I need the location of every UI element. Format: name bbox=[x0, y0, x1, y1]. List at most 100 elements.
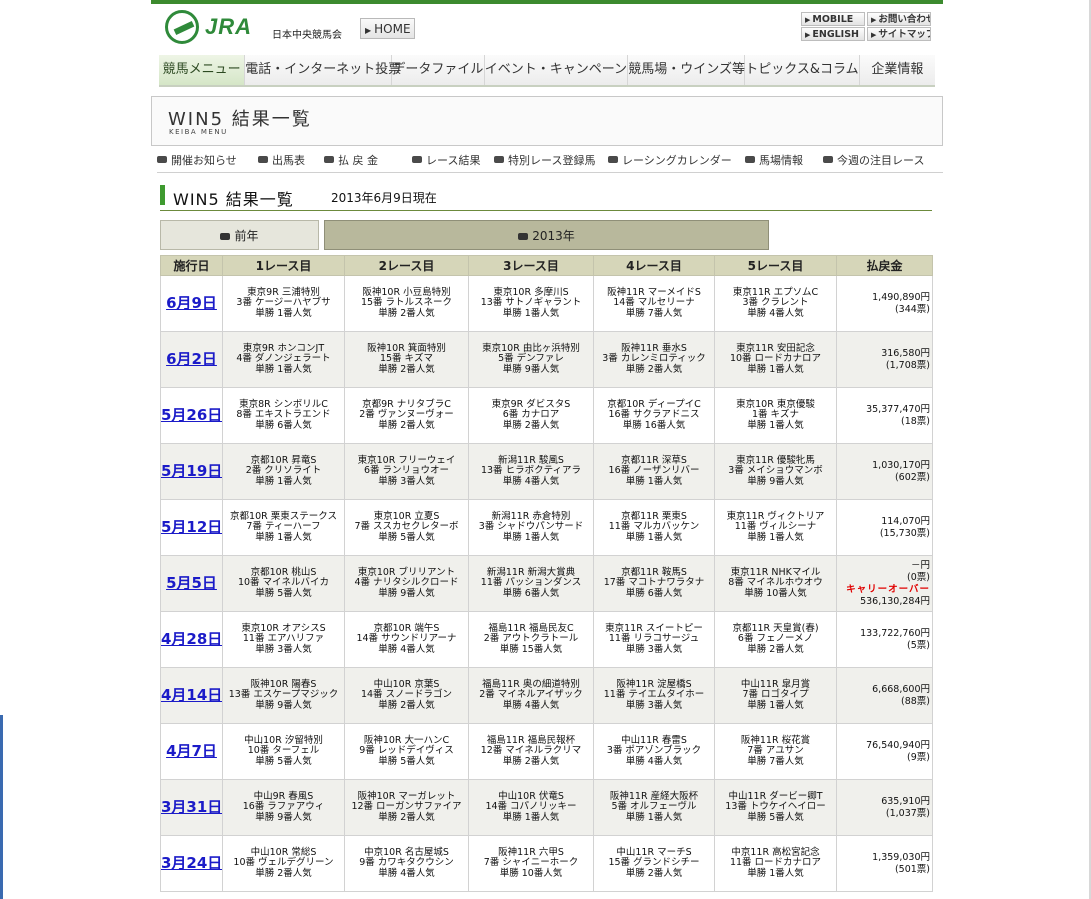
bullet-icon bbox=[220, 233, 231, 240]
home-button[interactable]: ▶ HOME bbox=[360, 18, 415, 39]
race-cell: 京都10R 端午S 14番 サウンドリアーナ 単勝 4番人気 bbox=[344, 611, 469, 668]
date-link[interactable]: 4月7日 bbox=[166, 742, 217, 760]
tab-current-year[interactable]: 2013年 bbox=[324, 220, 769, 250]
nav-racecourses[interactable]: 競馬場・ウインズ等 bbox=[628, 55, 746, 85]
nav-keiba-menu[interactable]: 競馬メニュー bbox=[159, 55, 246, 85]
table-row: 5月12日 京都10R 栗東ステークス 7番 ティーハーフ 単勝 1番人気 東京10R … bbox=[160, 499, 933, 556]
top-accent-line bbox=[151, 0, 943, 4]
race-cell: 福島11R 奥の細道特別 2番 マイネルアイザック 単勝 4番人気 bbox=[468, 667, 594, 724]
table-row: 4月28日 東京10R オアシスS 11番 エアハリファ 単勝 3番人気 京都10R 端… bbox=[160, 611, 933, 668]
race-cell: 東京9R ダビスタS 6番 カナロア 単勝 2番人気 bbox=[468, 387, 594, 444]
race-cell: 京都11R 深草S 16番 ノーザンリバー 単勝 1番人気 bbox=[593, 443, 715, 500]
table-row: 4月14日 阪神10R 陽春S 13番 エスケープマジック 単勝 9番人気 中山10R … bbox=[160, 667, 933, 724]
arrow-right-icon: ▶ bbox=[805, 16, 811, 24]
payout-cell: 1,030,170円 (602票) bbox=[836, 443, 933, 500]
row-date-cell: 5月5日 bbox=[160, 555, 223, 612]
subnav-item[interactable]: レーシングカレンダー bbox=[608, 152, 745, 172]
popularity: 単勝 2番人気 bbox=[378, 811, 435, 823]
race-cell: 京都11R 天皇賞(春) 6番 フェノーメノ 単勝 2番人気 bbox=[714, 611, 837, 668]
subnav-label: レーシングカレンダー bbox=[622, 154, 732, 167]
nav-datafile[interactable]: データファイル bbox=[392, 55, 485, 85]
header-race3: 3レース目 bbox=[468, 255, 594, 276]
popularity: 単勝 1番人気 bbox=[255, 363, 312, 375]
bullet-icon bbox=[608, 156, 618, 163]
race-cell: 中山10R 京葉S 14番 スノードラゴン 単勝 2番人気 bbox=[344, 667, 469, 724]
popularity: 単勝 4番人気 bbox=[502, 699, 560, 711]
race-cell: 東京11R 安田記念 10番 ロードカナロア 単勝 1番人気 bbox=[714, 331, 837, 388]
race-cell: 東京10R フリーウェイ 6番 ランリョウオー 単勝 3番人気 bbox=[344, 443, 469, 500]
popularity: 単勝 1番人気 bbox=[255, 307, 312, 319]
subnav-item[interactable]: 出馬表 bbox=[258, 152, 324, 172]
payout-cell: 76,540,940円 (9票) bbox=[836, 723, 933, 780]
date-link[interactable]: 4月14日 bbox=[162, 686, 222, 704]
payout-amount: 536,130,284円 bbox=[860, 595, 930, 607]
carryover-label: キャリーオーバー bbox=[846, 583, 930, 595]
date-link[interactable]: 3月24日 bbox=[162, 854, 222, 872]
date-link[interactable]: 4月28日 bbox=[162, 630, 222, 648]
race-cell: 東京10R 東京優駿 1番 キズナ 単勝 1番人気 bbox=[714, 387, 837, 444]
popularity: 単勝 2番人気 bbox=[625, 363, 683, 375]
table-row: 5月5日 京都10R 桃山S 10番 マイネルバイカ 単勝 5番人気 東京10R ブリリ… bbox=[160, 555, 933, 612]
payout-amount: －円 bbox=[910, 559, 930, 571]
date-link[interactable]: 6月9日 bbox=[166, 294, 217, 312]
payout-cell: 1,490,890円 (344票) bbox=[836, 275, 933, 332]
subnav-item[interactable]: 今週の注目レース bbox=[823, 152, 933, 172]
tab-current-label: 2013年 bbox=[532, 229, 575, 243]
tab-previous-year[interactable]: 前年 bbox=[160, 220, 319, 250]
bullet-icon bbox=[518, 233, 529, 240]
row-date-cell: 5月19日 bbox=[160, 443, 223, 500]
popularity: 単勝 3番人気 bbox=[378, 475, 435, 487]
results-body: 6月9日 東京9R 三浦特別 3番 ケージーハヤブサ 単勝 1番人気 阪神10R 小豆島… bbox=[160, 275, 933, 892]
date-link[interactable]: 3月31日 bbox=[162, 798, 222, 816]
date-link[interactable]: 5月12日 bbox=[162, 518, 222, 536]
nav-topics[interactable]: トピックス&コラム bbox=[745, 55, 860, 85]
ticket-count: (1,708票) bbox=[885, 359, 930, 371]
race-cell: 東京11R 優駿牝馬 3番 メイショウマンボ 単勝 9番人気 bbox=[714, 443, 837, 500]
nav-events[interactable]: イベント・キャンペーン bbox=[485, 55, 629, 85]
popularity: 単勝 1番人気 bbox=[502, 307, 560, 319]
section-heading: WIN5 結果一覧 2013年6月9日現在 bbox=[160, 184, 932, 211]
payout-cell: 316,580円 (1,708票) bbox=[836, 331, 933, 388]
row-date-cell: 4月28日 bbox=[160, 611, 223, 668]
subnav-item[interactable]: 開催お知らせ bbox=[157, 152, 258, 172]
race-cell: 中京11R 高松宮記念 11番 ロードカナロア 単勝 1番人気 bbox=[714, 835, 837, 892]
date-link[interactable]: 5月26日 bbox=[162, 406, 222, 424]
ticket-count: (88票) bbox=[900, 695, 930, 707]
english-link[interactable]: ▶ ENGLISH bbox=[801, 27, 865, 41]
popularity: 単勝 1番人気 bbox=[747, 363, 804, 375]
popularity: 単勝 4番人気 bbox=[747, 307, 804, 319]
sitemap-link[interactable]: ▶ サイトマップ bbox=[867, 27, 931, 41]
contact-link[interactable]: ▶ お問い合わせ bbox=[867, 12, 931, 26]
nav-company[interactable]: 企業情報 bbox=[860, 55, 935, 85]
payout-amount: 6,668,600円 bbox=[872, 683, 930, 695]
date-link[interactable]: 5月19日 bbox=[162, 462, 222, 480]
table-row: 4月7日 中山10R 汐留特別 10番 ターフェル 単勝 5番人気 阪神10R 大一ハン… bbox=[160, 723, 933, 780]
subnav-item[interactable]: 馬場情報 bbox=[745, 152, 823, 172]
date-link[interactable]: 6月2日 bbox=[166, 350, 217, 368]
race-cell: 福島11R 福島民報杯 12番 マイネルラクリマ 単勝 2番人気 bbox=[468, 723, 594, 780]
popularity: 単勝 1番人気 bbox=[625, 475, 683, 487]
date-link[interactable]: 5月5日 bbox=[166, 574, 217, 592]
race-cell: 新潟11R 駿風S 13番 ヒラボクティアラ 単勝 4番人気 bbox=[468, 443, 594, 500]
nav-vote[interactable]: 電話・インターネット投票 bbox=[245, 55, 401, 85]
subnav-item[interactable]: 払 戻 金 bbox=[324, 152, 412, 172]
popularity: 単勝 4番人気 bbox=[502, 475, 560, 487]
main-nav: 競馬メニュー 電話・インターネット投票 データファイル イベント・キャンペーン … bbox=[159, 55, 935, 87]
popularity: 単勝 6番人気 bbox=[502, 587, 560, 599]
mobile-link[interactable]: ▶ MOBILE bbox=[801, 12, 865, 26]
subnav-item[interactable]: レース結果 bbox=[412, 152, 494, 172]
subnav-item[interactable]: 特別レース登録馬 bbox=[494, 152, 608, 172]
header-race4: 4レース目 bbox=[593, 255, 715, 276]
popularity: 単勝 7番人気 bbox=[747, 755, 804, 767]
race-cell: 福島11R 福島民友C 2番 アウトクラトール 単勝 15番人気 bbox=[468, 611, 594, 668]
race-cell: 中山11R 皐月賞 7番 ロゴタイプ 単勝 1番人気 bbox=[714, 667, 837, 724]
left-background bbox=[0, 0, 151, 899]
race-cell: 阪神11R 垂水S 3番 カレンミロティック 単勝 2番人気 bbox=[593, 331, 715, 388]
header-race1: 1レース目 bbox=[222, 255, 345, 276]
race-cell: 中山11R ダービー卿T 13番 トウケイヘイロー 単勝 5番人気 bbox=[714, 779, 837, 836]
race-cell: 東京10R ブリリアント 4番 ナリタシルクロード 単勝 9番人気 bbox=[344, 555, 469, 612]
jra-logo[interactable]: JRA bbox=[165, 10, 261, 46]
subnav-label: 馬場情報 bbox=[759, 154, 803, 167]
arrow-right-icon: ▶ bbox=[871, 31, 877, 39]
row-date-cell: 3月24日 bbox=[160, 835, 223, 892]
